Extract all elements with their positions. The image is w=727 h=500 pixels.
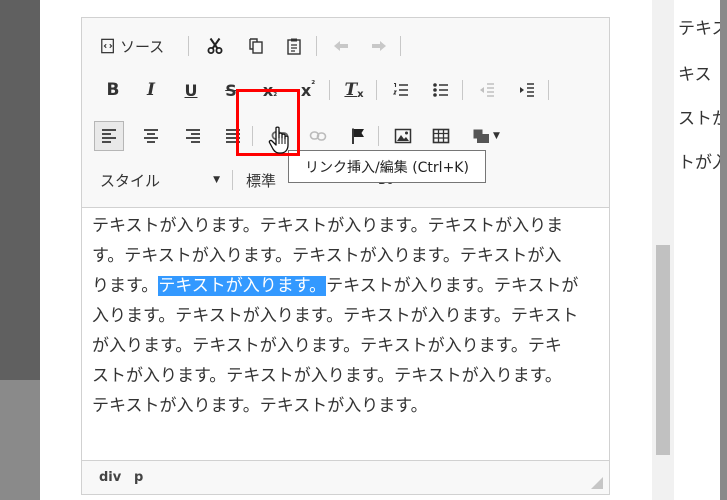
style-select-label: スタイル <box>100 171 161 190</box>
image-button[interactable] <box>390 122 416 150</box>
toolbar-separator <box>188 36 189 56</box>
toolbar-separator <box>548 80 549 100</box>
content-line-with-selection: ります。テキストが入ります。テキストが入ります。テキストが <box>92 271 602 301</box>
align-left-button[interactable] <box>94 121 124 151</box>
toolbar-separator <box>329 80 330 100</box>
cut-button[interactable] <box>202 32 228 60</box>
flag-icon <box>352 128 364 144</box>
content-line: す。テキストが入ります。テキストが入ります。テキストが入 <box>92 246 562 266</box>
toolbar-separator <box>462 80 463 100</box>
template-block-icon <box>473 129 490 143</box>
selected-text[interactable]: テキストが入ります。 <box>158 276 327 296</box>
remove-format-label: T <box>344 80 358 100</box>
copy-icon <box>249 38 263 54</box>
bold-button[interactable]: B <box>100 76 126 104</box>
element-path-div[interactable]: div <box>99 470 121 485</box>
numbered-list-icon <box>392 82 408 96</box>
toolbar-separator <box>400 36 401 56</box>
undo-arrow-icon <box>334 41 348 51</box>
undo-button[interactable] <box>328 32 354 60</box>
indent-icon <box>520 83 534 97</box>
unlink-button[interactable] <box>304 122 332 150</box>
redo-arrow-icon <box>372 41 386 51</box>
content-line: テキストが入ります。テキストが入ります。テキストが入りま <box>92 216 564 236</box>
background-left-shade-lower <box>0 380 40 500</box>
editor-content[interactable]: テキストが入ります。テキストが入ります。テキストが入りま す。テキストが入ります… <box>92 211 602 421</box>
element-path-p[interactable]: p <box>134 470 143 485</box>
scrollbar-thumb[interactable] <box>656 245 670 455</box>
clipboard-icon <box>287 38 301 55</box>
unlink-icon <box>309 131 327 141</box>
editor-statusbar: div p <box>82 460 609 494</box>
italic-button[interactable]: I <box>138 76 164 104</box>
format-select-label: 標準 <box>246 171 277 190</box>
remove-format-button[interactable]: Tx <box>340 76 368 104</box>
background-text-line: キス <box>678 65 712 85</box>
outdent-icon <box>480 83 494 97</box>
align-right-button[interactable] <box>180 122 206 150</box>
scissors-icon <box>207 37 223 54</box>
align-center-icon <box>144 129 158 143</box>
table-button[interactable] <box>428 122 454 150</box>
rich-text-editor: ソース B I U S x ₂ x ² T x ▼ スタイル ▼ 標準 テキスト… <box>81 17 610 495</box>
hand-pointer-cursor-icon <box>268 126 289 154</box>
content-line: テキストが入ります。テキストが入ります。 <box>92 396 428 416</box>
link-tooltip: リンク挿入/編集 (Ctrl+K) <box>288 150 486 183</box>
content-text: ります。 <box>92 276 159 296</box>
template-dropdown-button[interactable]: ▼ <box>466 122 506 150</box>
content-line: が入ります。テキストが入ります。テキストが入ります。テキ <box>92 336 562 356</box>
source-document-icon <box>101 38 114 54</box>
align-left-icon <box>102 129 116 143</box>
resize-handle[interactable] <box>591 477 603 489</box>
underline-button[interactable]: U <box>178 76 204 104</box>
bulleted-list-icon <box>433 83 448 97</box>
indent-button[interactable] <box>514 76 540 104</box>
outdent-button[interactable] <box>474 76 500 104</box>
anchor-button[interactable] <box>346 122 372 150</box>
numbered-list-button[interactable] <box>388 76 414 104</box>
align-right-icon <box>186 129 200 143</box>
content-line: ストが入ります。テキストが入ります。テキストが入ります。 <box>92 366 562 386</box>
remove-format-mark: x <box>357 89 364 100</box>
superscript-mark: ² <box>311 80 316 90</box>
chevron-down-icon: ▼ <box>493 131 500 141</box>
copy-button[interactable] <box>243 32 269 60</box>
image-icon <box>394 128 412 144</box>
paste-button[interactable] <box>281 32 307 60</box>
background-right-shade <box>720 0 727 500</box>
content-line: 入ります。テキストが入ります。テキストが入ります。テキスト <box>92 306 579 326</box>
toolbar-separator <box>378 126 379 146</box>
toolbar-separator <box>376 80 377 100</box>
source-button-label: ソース <box>120 37 165 56</box>
redo-button[interactable] <box>366 32 392 60</box>
content-text: テキストが入ります。テキストが <box>326 276 579 296</box>
style-select[interactable]: スタイル ▼ <box>100 166 220 194</box>
table-icon <box>432 128 450 144</box>
align-center-button[interactable] <box>138 122 164 150</box>
format-select[interactable]: 標準 <box>246 166 286 194</box>
bulleted-list-button[interactable] <box>428 76 454 104</box>
superscript-label: x <box>300 80 312 100</box>
chevron-down-icon: ▼ <box>213 175 220 185</box>
toolbar-separator <box>232 170 233 190</box>
toolbar-separator <box>316 36 317 56</box>
source-button[interactable]: ソース <box>100 32 182 60</box>
